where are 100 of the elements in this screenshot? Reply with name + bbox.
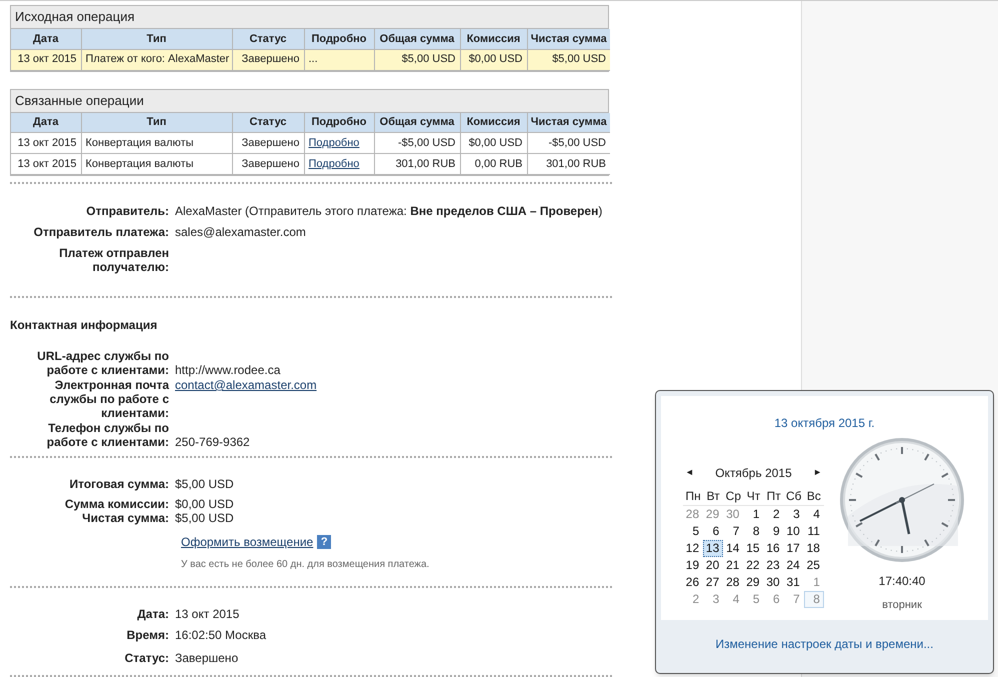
table-cell: Завершено (242, 136, 300, 149)
field-label: Электронная почта службы по работе с клиентами: (50, 378, 169, 420)
refund-note: У вас есть не более 60 дн. для возмещения платежа. (181, 558, 430, 572)
previous-month-button[interactable]: ◄ (683, 466, 696, 480)
field-label: Платеж отправлен получателю: (59, 246, 169, 274)
table-cell: Завершено (242, 158, 300, 170)
column-header: Подробно (304, 29, 374, 49)
field-value: 13 окт 2015 (175, 607, 240, 621)
weekday-label: Пн (684, 488, 702, 505)
calendar-day[interactable]: 5 (683, 523, 704, 540)
calendar-day[interactable]: 28 (723, 574, 744, 591)
table-cell: Завершено (242, 53, 300, 66)
table-cell: 0,00 RUB (474, 158, 522, 170)
calendar-day[interactable]: 8 (743, 523, 764, 540)
help-button[interactable]: ? (317, 535, 332, 549)
field-label: Чистая сумма: (82, 511, 169, 525)
column-header: Общая сумма (374, 29, 460, 49)
calendar-day[interactable]: 10 (784, 523, 804, 540)
calendar-day[interactable]: 22 (743, 557, 764, 574)
calendar-day[interactable]: 26 (683, 574, 704, 591)
calendar-day[interactable]: 17 (784, 540, 804, 557)
weekday-label: Вс (806, 488, 822, 505)
calendar-day[interactable]: 21 (723, 557, 744, 574)
calendar-day[interactable]: 3 (784, 506, 804, 523)
weekday-label: Чт (746, 488, 762, 505)
table-cell: $0,00 USD (468, 136, 522, 149)
field-value: http://www.rodee.ca (175, 363, 280, 377)
calendar-day[interactable]: 11 (804, 523, 824, 540)
calendar-day[interactable]: 30 (764, 574, 784, 591)
table-cell: $5,00 USD (402, 53, 456, 66)
field-label: Телефон службы по работе с клиентами: (46, 421, 169, 449)
calendar-day[interactable]: 29 (743, 574, 764, 591)
table-cell: Платеж от кого: AlexaMaster (86, 53, 230, 66)
refund-link[interactable]: Оформить возмещение (181, 533, 314, 551)
calendar-day[interactable]: 1 (743, 506, 764, 523)
calendar-day[interactable]: 4 (804, 506, 824, 523)
calendar-day[interactable]: 31 (784, 574, 804, 591)
table-cell: 13 окт 2015 (18, 158, 76, 170)
field-label: Отправитель платежа: (34, 225, 169, 239)
table-cell: ... (308, 53, 318, 66)
table-cell: 13 окт 2015 (18, 136, 76, 149)
field-value: 16:02:50 Москва (175, 628, 266, 642)
field-label: URL-адрес службы по работе с клиентами: (37, 349, 169, 377)
email-link[interactable]: contact@alexamaster.com (175, 378, 317, 392)
column-header: Чистая сумма (527, 29, 610, 49)
column-header: Дата (11, 29, 81, 49)
calendar-day[interactable]: 16 (764, 540, 784, 557)
calendar-day[interactable]: 24 (784, 557, 804, 574)
calendar-day[interactable]: 18 (804, 540, 824, 557)
date-time-settings-link[interactable]: Изменение настроек даты и времени... (716, 635, 934, 653)
field-value: AlexaMaster (Отправитель этого платежа: Вне пределов США – Проверен) (175, 204, 602, 218)
field-label: Время: (126, 628, 169, 642)
table-cell: -$5,00 USD (398, 136, 456, 149)
field-value: $5,00 USD (175, 477, 234, 491)
calendar-day[interactable]: 6 (703, 523, 724, 540)
table-cell: 301,00 RUB (396, 158, 456, 170)
weekday-text: вторник (882, 598, 922, 613)
calendar-day[interactable]: 12 (683, 540, 704, 557)
calendar-day[interactable]: 23 (764, 557, 784, 574)
month-title: Октябрь 2015 (715, 465, 792, 482)
clock-time: 17:40:40 (878, 573, 926, 590)
calendar-day[interactable]: 13 (703, 540, 724, 557)
field-label: Дата: (137, 607, 169, 621)
field-value: 250-769-9362 (175, 435, 250, 449)
details-link[interactable]: Подробно (308, 158, 360, 170)
table-cell: -$5,00 USD (548, 136, 606, 149)
calendar-day[interactable]: 9 (764, 523, 784, 540)
calendar-day[interactable]: 14 (723, 540, 744, 557)
column-header: Комиссия (460, 29, 527, 49)
column-header: Статус (232, 29, 304, 49)
calendar-day[interactable]: 7 (723, 523, 744, 540)
field-label: Отправитель: (86, 204, 169, 218)
calendar-day[interactable]: 20 (703, 557, 724, 574)
column-header: Тип (81, 29, 232, 49)
details-link[interactable]: Подробно (308, 136, 360, 149)
field-value: $0,00 USD (175, 497, 234, 511)
calendar-day[interactable]: 25 (804, 557, 824, 574)
weekday-label: Сб (785, 488, 803, 505)
calendar-day[interactable]: 2 (764, 506, 784, 523)
field-value: sales@alexamaster.com (175, 225, 306, 239)
table-cell: $0,00 USD (468, 53, 522, 66)
calendar-day[interactable]: 19 (683, 557, 704, 574)
date-title-link[interactable]: 13 октября 2015 г. (774, 414, 875, 432)
table-cell: 13 окт 2015 (18, 53, 76, 66)
table-cell: Конвертация валюты (86, 136, 194, 149)
weekday-label: Пт (766, 488, 782, 505)
weekday-label: Вт (706, 488, 721, 505)
weekday-label: Ср (724, 488, 742, 505)
field-label: Итоговая сумма: (69, 477, 169, 491)
next-month-button[interactable]: ► (811, 466, 824, 480)
field-value: $5,00 USD (175, 511, 234, 525)
table-cell: $5,00 USD (552, 53, 606, 66)
panel-title: Связанные операции (11, 90, 608, 112)
calendar-day[interactable]: 15 (743, 540, 764, 557)
calendar-day[interactable]: 27 (703, 574, 724, 591)
field-label: Сумма комиссии: (64, 497, 169, 511)
panel-title: Исходная операция (11, 6, 608, 29)
field-label: Статус: (124, 651, 169, 665)
field-value: Завершено (175, 651, 238, 665)
table-cell: Конвертация валюты (86, 158, 194, 170)
